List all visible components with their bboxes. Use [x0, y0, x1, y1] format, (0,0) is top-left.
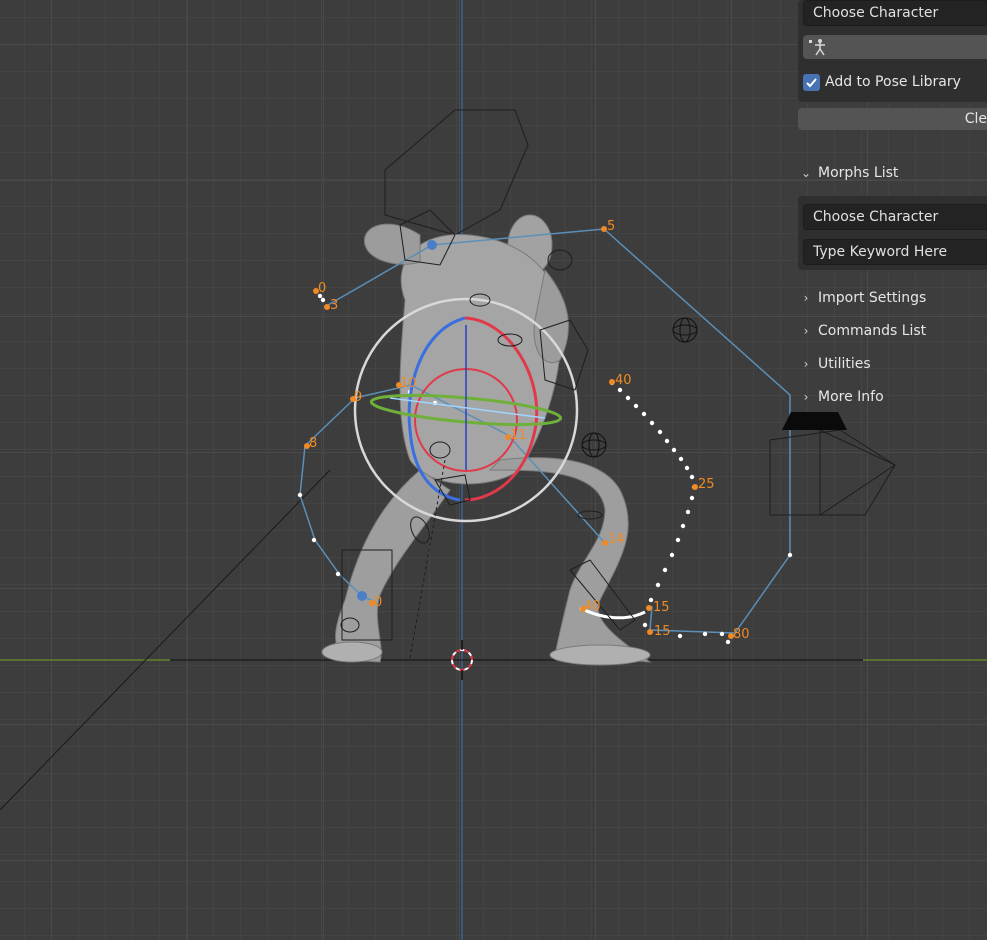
bone-shape-hexagon[interactable]	[384, 109, 529, 236]
frame-label: 0	[374, 595, 382, 610]
frame-label: 8	[309, 436, 317, 451]
morphs-list-label: Morphs List	[818, 165, 899, 181]
frame-label: 10	[400, 376, 417, 391]
chevron-right-icon: ›	[803, 291, 809, 305]
character-model[interactable]	[321, 214, 652, 666]
camera-top-indicator	[782, 412, 847, 430]
section-import-settings[interactable]: › Import Settings	[798, 286, 987, 310]
chevron-right-icon: ›	[803, 390, 809, 404]
section-label: Commands List	[818, 323, 927, 339]
add-to-pose-library-row[interactable]: Add to Pose Library	[803, 71, 961, 93]
section-more-info[interactable]: › More Info	[798, 385, 987, 409]
checkmark-icon	[806, 77, 817, 87]
sidebar-panel: Choose Character Add to Pose Library Cle…	[790, 0, 987, 410]
add-to-pose-library-checkbox[interactable]	[803, 73, 820, 91]
rotation-gizmo[interactable]	[353, 297, 579, 523]
frame-label: 25	[698, 477, 715, 492]
chevron-down-icon: ⌄	[800, 166, 812, 180]
frame-label: 0	[318, 281, 326, 296]
section-label: More Info	[818, 389, 884, 405]
camera-line	[0, 469, 331, 811]
morphs-character-dropdown[interactable]: Choose Character	[803, 204, 987, 230]
frame-label: 40	[584, 599, 601, 614]
section-label: Utilities	[818, 356, 871, 372]
frame-label: 40	[615, 373, 632, 388]
keyword-search-input[interactable]: Type Keyword Here	[803, 239, 987, 265]
frame-label: 14	[608, 532, 625, 547]
frame-label: 11	[510, 428, 527, 443]
chevron-right-icon: ›	[803, 357, 809, 371]
frame-label: 5	[607, 219, 615, 234]
section-commands-list[interactable]: › Commands List	[798, 319, 987, 343]
morphs-list-header[interactable]: ⌄ Morphs List	[798, 161, 987, 185]
pose-figure-icon	[809, 39, 825, 56]
frame-label: 15	[653, 600, 670, 615]
frame-label: 3	[330, 298, 338, 313]
frame-label: 9	[354, 390, 362, 405]
character-dropdown[interactable]: Choose Character	[803, 0, 987, 26]
section-utilities[interactable]: › Utilities	[798, 352, 987, 376]
add-to-pose-library-label: Add to Pose Library	[825, 74, 961, 90]
frame-label: 80	[733, 627, 750, 642]
chevron-right-icon: ›	[803, 324, 809, 338]
frame-label: 15	[654, 624, 671, 639]
wire-spheres[interactable]	[581, 317, 698, 458]
section-label: Import Settings	[818, 290, 927, 306]
pose-thumbnail-field[interactable]	[803, 35, 987, 59]
clear-button[interactable]: Cle	[798, 108, 987, 130]
